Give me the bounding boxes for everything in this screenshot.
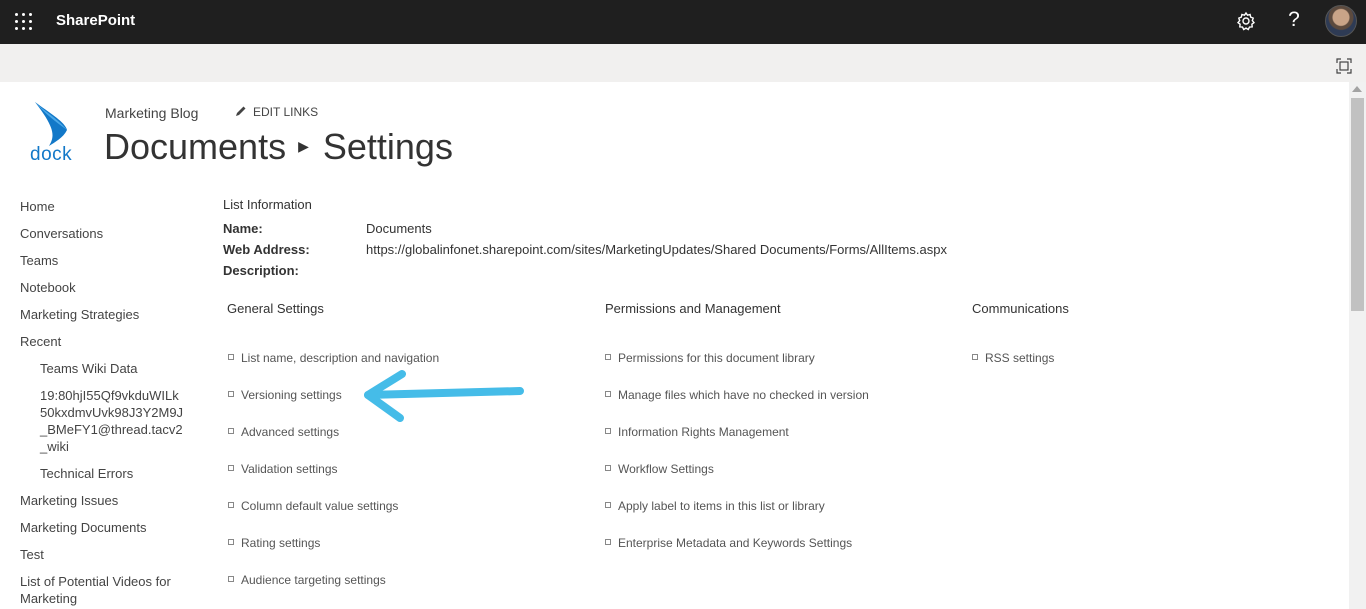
bullet-icon: [228, 428, 234, 434]
web-address-value: https://globalinfonet.sharepoint.com/sit…: [366, 242, 947, 257]
settings-link-rating[interactable]: Rating settings: [228, 536, 320, 550]
bullet-icon: [605, 391, 611, 397]
scrollbar-thumb[interactable]: [1351, 98, 1364, 311]
settings-link-apply-label[interactable]: Apply label to items in this list or lib…: [605, 499, 825, 513]
nav-item-home[interactable]: Home: [20, 198, 55, 215]
site-name-link[interactable]: Marketing Blog: [105, 105, 198, 121]
nav-item-notebook[interactable]: Notebook: [20, 279, 76, 296]
settings-link-manage-unchecked-files[interactable]: Manage files which have no checked in ve…: [605, 388, 869, 402]
settings-link-label: Enterprise Metadata and Keywords Setting…: [618, 536, 853, 550]
focus-mode-icon[interactable]: [1336, 58, 1352, 74]
command-bar: [0, 44, 1366, 82]
bullet-icon: [605, 539, 611, 545]
settings-link-label: List name, description and navigation: [241, 351, 440, 365]
description-label: Description:: [223, 263, 299, 278]
nav-item-test[interactable]: Test: [20, 546, 44, 563]
bullet-icon: [605, 465, 611, 471]
nav-subitem-wiki-line-4[interactable]: _wiki: [40, 438, 69, 455]
bullet-icon: [228, 354, 234, 360]
breadcrumb-current-page: Settings: [322, 126, 453, 167]
scroll-up-arrow-icon[interactable]: [1352, 86, 1362, 92]
nav-item-teams[interactable]: Teams: [20, 252, 58, 269]
breadcrumb-library[interactable]: Documents: [104, 126, 286, 167]
settings-link-list-name[interactable]: List name, description and navigation: [228, 351, 439, 365]
settings-link-label: Validation settings: [241, 462, 338, 476]
nav-item-conversations[interactable]: Conversations: [20, 225, 103, 242]
settings-link-information-rights[interactable]: Information Rights Management: [605, 425, 789, 439]
breadcrumb-separator-icon: ▶: [298, 138, 309, 154]
settings-gear-icon[interactable]: [1235, 10, 1257, 32]
bullet-icon: [605, 502, 611, 508]
settings-link-label: RSS settings: [985, 351, 1055, 365]
logo-text: dock: [30, 144, 73, 165]
bullet-icon: [972, 354, 978, 360]
settings-link-label: Versioning settings: [241, 388, 342, 402]
list-information-heading: List Information: [223, 197, 312, 212]
settings-link-versioning[interactable]: Versioning settings: [228, 388, 342, 402]
settings-link-label: Audience targeting settings: [241, 573, 386, 587]
name-label: Name:: [223, 221, 263, 236]
bullet-icon: [228, 465, 234, 471]
pencil-icon: [235, 105, 247, 117]
settings-link-label: Column default value settings: [241, 499, 399, 513]
help-icon[interactable]: ?: [1283, 8, 1305, 34]
bullet-icon: [228, 502, 234, 508]
bullet-icon: [228, 539, 234, 545]
nav-subitem-teams-wiki-data[interactable]: Teams Wiki Data: [40, 360, 138, 377]
app-launcher-icon[interactable]: [13, 11, 35, 33]
user-avatar[interactable]: [1325, 5, 1357, 37]
suite-bar: SharePoint ?: [0, 0, 1366, 44]
settings-link-advanced[interactable]: Advanced settings: [228, 425, 339, 439]
settings-link-label: Information Rights Management: [618, 425, 789, 439]
permissions-management-heading: Permissions and Management: [605, 301, 781, 316]
settings-link-rss[interactable]: RSS settings: [972, 351, 1054, 365]
nav-item-recent[interactable]: Recent: [20, 333, 61, 350]
nav-subitem-technical-errors[interactable]: Technical Errors: [40, 465, 133, 482]
settings-link-label: Apply label to items in this list or lib…: [618, 499, 825, 513]
nav-item-potential-videos-line-2[interactable]: Marketing: [20, 590, 77, 607]
nav-item-marketing-documents[interactable]: Marketing Documents: [20, 519, 146, 536]
communications-heading: Communications: [972, 301, 1069, 316]
nav-item-marketing-issues[interactable]: Marketing Issues: [20, 492, 118, 509]
nav-item-potential-videos-line-1[interactable]: List of Potential Videos for: [20, 573, 171, 590]
bullet-icon: [605, 428, 611, 434]
settings-link-enterprise-metadata[interactable]: Enterprise Metadata and Keywords Setting…: [605, 536, 852, 550]
app-name[interactable]: SharePoint: [56, 12, 135, 29]
settings-link-label: Rating settings: [241, 536, 321, 550]
settings-link-label: Manage files which have no checked in ve…: [618, 388, 869, 402]
edit-links-button[interactable]: EDIT LINKS: [235, 105, 318, 119]
settings-link-workflow[interactable]: Workflow Settings: [605, 462, 714, 476]
web-address-label: Web Address:: [223, 242, 310, 257]
name-value: Documents: [366, 221, 432, 236]
settings-link-permissions[interactable]: Permissions for this document library: [605, 351, 815, 365]
nav-subitem-wiki-line-2[interactable]: 50kxdmvUvk98J3Y2M9J: [40, 404, 183, 421]
bullet-icon: [228, 576, 234, 582]
settings-link-label: Permissions for this document library: [618, 351, 815, 365]
page-title: Documents ▶ Settings: [104, 126, 453, 168]
bullet-icon: [228, 391, 234, 397]
edit-links-label: EDIT LINKS: [253, 105, 319, 119]
nav-subitem-wiki-line-1[interactable]: 19:80hjI55Qf9vkduWILk: [40, 387, 179, 404]
settings-link-validation[interactable]: Validation settings: [228, 462, 338, 476]
nav-item-marketing-strategies[interactable]: Marketing Strategies: [20, 306, 139, 323]
settings-link-label: Advanced settings: [241, 425, 340, 439]
settings-link-label: Workflow Settings: [618, 462, 714, 476]
annotation-arrow-icon: [364, 370, 524, 422]
bullet-icon: [605, 354, 611, 360]
nav-subitem-wiki-line-3[interactable]: _BMeFY1@thread.tacv2: [40, 421, 183, 438]
general-settings-heading: General Settings: [227, 301, 324, 316]
settings-link-column-default-value[interactable]: Column default value settings: [228, 499, 398, 513]
settings-link-audience-targeting[interactable]: Audience targeting settings: [228, 573, 386, 587]
